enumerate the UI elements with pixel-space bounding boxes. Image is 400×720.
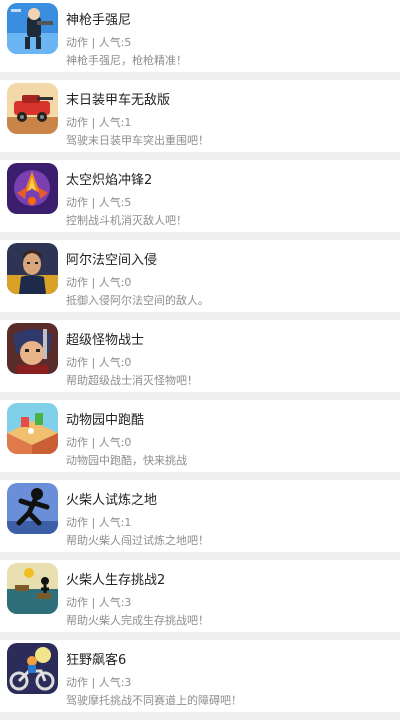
zoo-parkour-game-icon[interactable] xyxy=(7,403,58,454)
game-meta: 动作 | 人气:0 xyxy=(66,356,132,369)
game-description: 神枪手强尼，枪枪精准！ xyxy=(66,54,187,67)
game-category: 动作 xyxy=(66,516,88,529)
alpha-invasion-game-icon[interactable] xyxy=(7,243,58,294)
game-description: 控制战斗机消灭敌人吧！ xyxy=(66,214,187,227)
popularity-count: 1 xyxy=(124,516,132,529)
popularity-count: 5 xyxy=(124,196,132,209)
popularity-count: 1 xyxy=(124,116,132,129)
game-title[interactable]: 阿尔法空间入侵 xyxy=(66,249,157,268)
game-description: 帮助火柴人闯过试炼之地吧！ xyxy=(66,534,209,547)
gunslinger-game-icon[interactable] xyxy=(7,3,58,54)
game-meta: 动作 | 人气:0 xyxy=(66,276,132,289)
game-category: 动作 xyxy=(66,196,88,209)
popularity-label: 人气 xyxy=(98,516,121,529)
armored-car-game-icon[interactable] xyxy=(7,83,58,134)
popularity-count: 0 xyxy=(124,276,132,289)
stickman-survival-game-icon[interactable] xyxy=(7,563,58,614)
game-list-item[interactable]: 动物园中跑酷 动作 | 人气:0 动物园中跑酷，快来挑战 xyxy=(0,400,400,480)
game-meta: 动作 | 人气:5 xyxy=(66,196,132,209)
popularity-count: 5 xyxy=(124,36,132,49)
game-list-item[interactable]: 超级怪物战士 动作 | 人气:0 帮助超级战士消灭怪物吧！ xyxy=(0,320,400,400)
game-title[interactable]: 太空炽焰冲锋2 xyxy=(66,169,152,188)
popularity-label: 人气 xyxy=(98,676,121,689)
game-meta: 动作 | 人气:5 xyxy=(66,36,132,49)
game-title[interactable]: 火柴人试炼之地 xyxy=(66,489,157,508)
game-meta: 动作 | 人气:3 xyxy=(66,596,132,609)
game-description: 抵御入侵阿尔法空间的敌人。 xyxy=(66,294,209,307)
stickman-trial-game-icon[interactable] xyxy=(7,483,58,534)
game-category: 动作 xyxy=(66,676,88,689)
game-title[interactable]: 超级怪物战士 xyxy=(66,329,144,348)
game-category: 动作 xyxy=(66,356,88,369)
game-category: 动作 xyxy=(66,276,88,289)
game-list-item[interactable]: 阿尔法空间入侵 动作 | 人气:0 抵御入侵阿尔法空间的敌人。 xyxy=(0,240,400,320)
game-list-item[interactable]: 狂野飙客6 动作 | 人气:3 驾驶摩托挑战不同赛道上的障碍吧！ xyxy=(0,640,400,720)
game-list-item[interactable]: 末日装甲车无敌版 动作 | 人气:1 驾驶末日装甲车突出重围吧！ xyxy=(0,80,400,160)
game-description: 帮助超级战士消灭怪物吧！ xyxy=(66,374,198,387)
popularity-count: 3 xyxy=(124,596,132,609)
game-list: 神枪手强尼 动作 | 人气:5 神枪手强尼，枪枪精准！ 末日装甲车无敌版 动作 … xyxy=(0,0,400,720)
popularity-label: 人气 xyxy=(98,356,121,369)
game-list-item[interactable]: 神枪手强尼 动作 | 人气:5 神枪手强尼，枪枪精准！ xyxy=(0,0,400,80)
game-description: 驾驶摩托挑战不同赛道上的障碍吧！ xyxy=(66,694,242,707)
game-category: 动作 xyxy=(66,116,88,129)
space-fighter-game-icon[interactable] xyxy=(7,163,58,214)
popularity-label: 人气 xyxy=(98,196,121,209)
game-meta: 动作 | 人气:3 xyxy=(66,676,132,689)
popularity-label: 人气 xyxy=(98,276,121,289)
game-title[interactable]: 末日装甲车无敌版 xyxy=(66,89,170,108)
popularity-label: 人气 xyxy=(98,596,121,609)
game-description: 动物园中跑酷，快来挑战 xyxy=(66,454,187,467)
game-title[interactable]: 狂野飙客6 xyxy=(66,649,126,668)
popularity-count: 0 xyxy=(124,436,132,449)
game-meta: 动作 | 人气:1 xyxy=(66,116,132,129)
popularity-label: 人气 xyxy=(98,36,121,49)
game-meta: 动作 | 人气:1 xyxy=(66,516,132,529)
popularity-label: 人气 xyxy=(98,436,121,449)
game-list-item[interactable]: 火柴人生存挑战2 动作 | 人气:3 帮助火柴人完成生存挑战吧！ xyxy=(0,560,400,640)
popularity-count: 3 xyxy=(124,676,132,689)
game-category: 动作 xyxy=(66,596,88,609)
game-title[interactable]: 火柴人生存挑战2 xyxy=(66,569,165,588)
wild-biker-game-icon[interactable] xyxy=(7,643,58,694)
popularity-count: 0 xyxy=(124,356,132,369)
game-category: 动作 xyxy=(66,436,88,449)
game-title[interactable]: 神枪手强尼 xyxy=(66,9,131,28)
game-meta: 动作 | 人气:0 xyxy=(66,436,132,449)
popularity-label: 人气 xyxy=(98,116,121,129)
game-list-item[interactable]: 太空炽焰冲锋2 动作 | 人气:5 控制战斗机消灭敌人吧！ xyxy=(0,160,400,240)
game-description: 帮助火柴人完成生存挑战吧！ xyxy=(66,614,209,627)
monster-warrior-game-icon[interactable] xyxy=(7,323,58,374)
game-list-item[interactable]: 火柴人试炼之地 动作 | 人气:1 帮助火柴人闯过试炼之地吧！ xyxy=(0,480,400,560)
game-description: 驾驶末日装甲车突出重围吧！ xyxy=(66,134,209,147)
game-category: 动作 xyxy=(66,36,88,49)
game-title[interactable]: 动物园中跑酷 xyxy=(66,409,144,428)
